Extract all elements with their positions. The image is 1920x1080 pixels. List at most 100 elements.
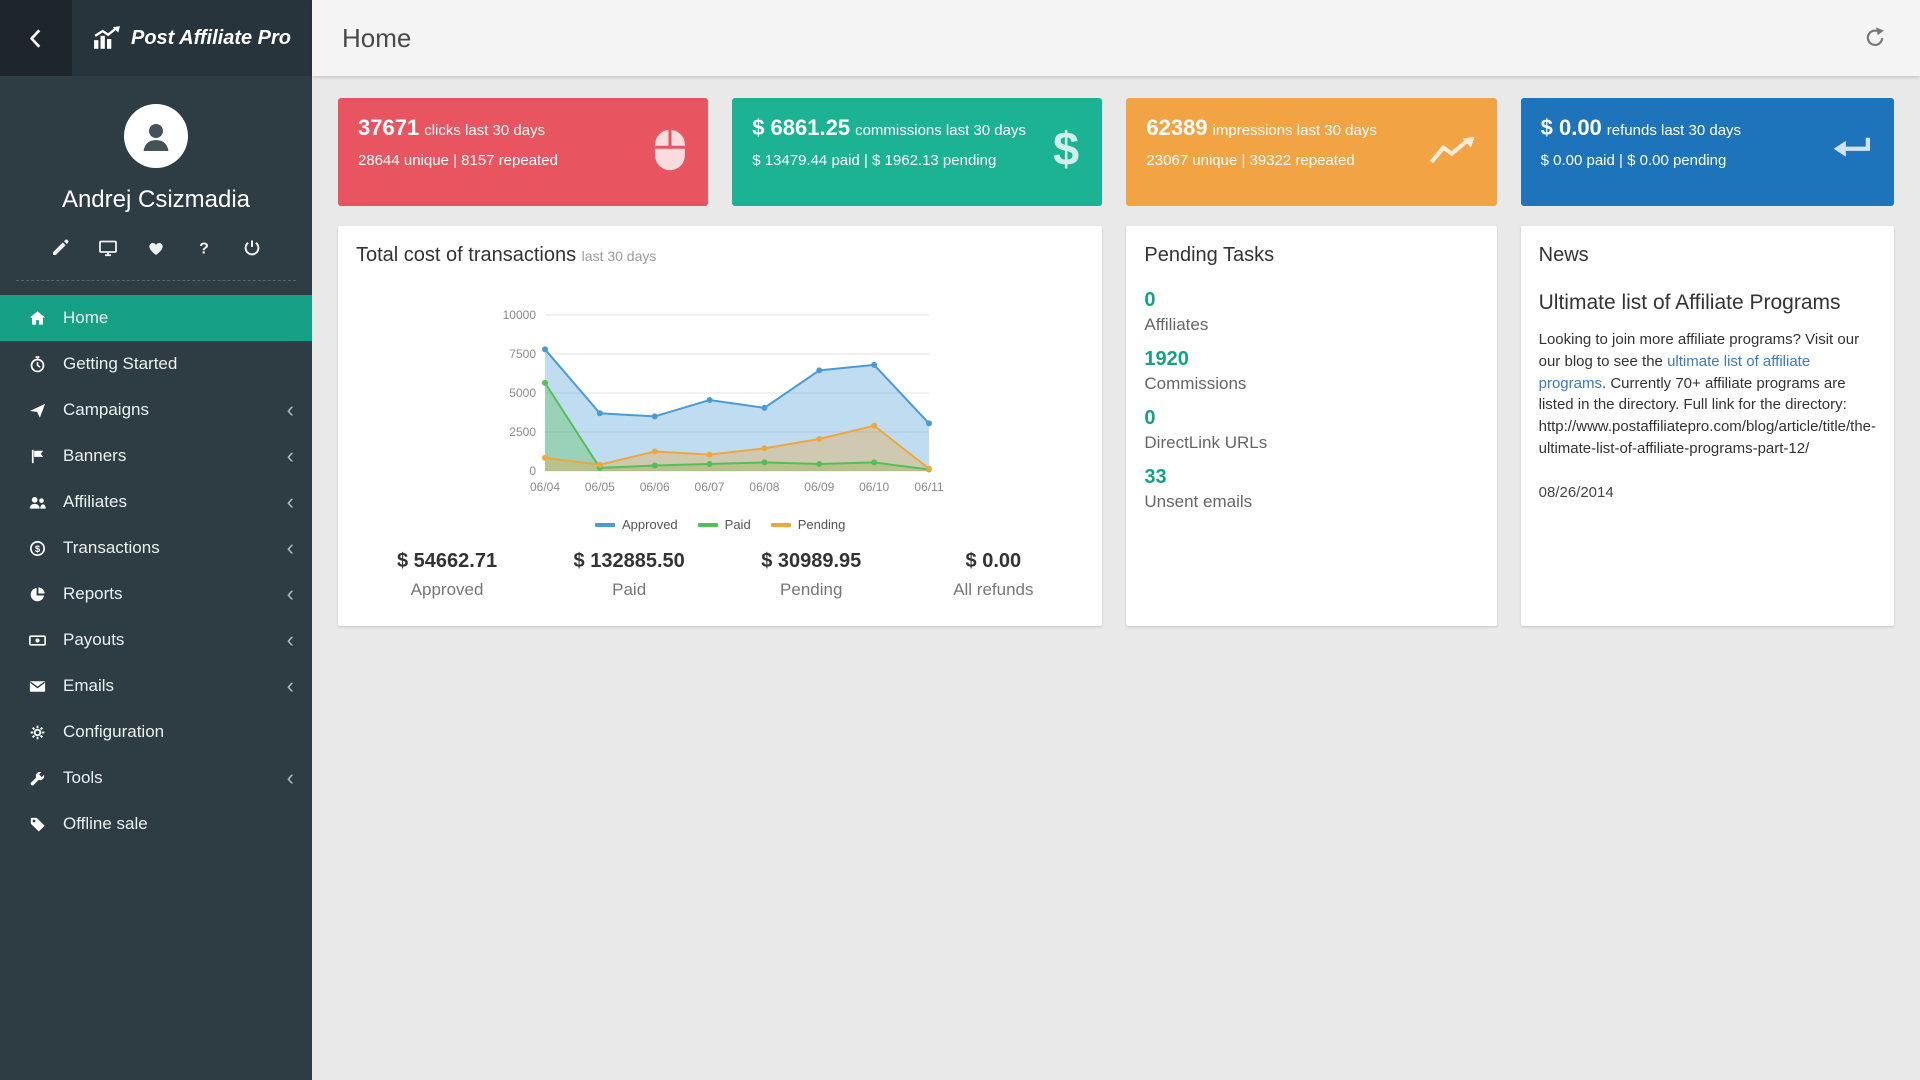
stat-card-impressions[interactable]: 62389 impressions last 30 days 23067 uniq… bbox=[1126, 98, 1496, 206]
legend-pending: Pending bbox=[771, 517, 846, 532]
news-title: News bbox=[1539, 244, 1876, 267]
total-pending: $ 30989.95 Pending bbox=[720, 550, 902, 600]
svg-text:0: 0 bbox=[530, 464, 537, 478]
svg-text:10000: 10000 bbox=[503, 308, 537, 322]
stat-card-refunds[interactable]: $ 0.00refunds last 30 days $ 0.00 paid |… bbox=[1521, 98, 1894, 206]
tag-icon bbox=[26, 814, 48, 834]
svg-text:7500: 7500 bbox=[510, 347, 537, 361]
sidebar-item-offline-sale[interactable]: Offline sale bbox=[0, 801, 312, 847]
transactions-panel-subtitle: last 30 days bbox=[582, 248, 657, 264]
svg-text:$: $ bbox=[1053, 126, 1079, 174]
chevron-collapsed-icon: ‹ bbox=[287, 537, 294, 559]
sidebar-item-emails[interactable]: Emails ‹ bbox=[0, 663, 312, 709]
sidebar-item-affiliates[interactable]: Affiliates ‹ bbox=[0, 479, 312, 525]
sidebar-divider bbox=[16, 280, 296, 281]
logo-icon bbox=[93, 26, 121, 50]
impressions-label: impressions last 30 days bbox=[1213, 122, 1377, 139]
svg-text:06/10: 06/10 bbox=[859, 480, 889, 494]
chevron-collapsed-icon: ‹ bbox=[287, 675, 294, 697]
total-paid: $ 132885.50 Paid bbox=[538, 550, 720, 600]
task-directlink-urls: 0 DirectLink URLs bbox=[1144, 407, 1478, 453]
monitor-icon[interactable] bbox=[98, 238, 118, 258]
app-root: Post Affiliate Pro Andrej Csizmadia ? bbox=[0, 0, 1920, 1080]
clicks-label: clicks last 30 days bbox=[424, 122, 545, 139]
news-panel: News Ultimate list of Affiliate Programs… bbox=[1521, 226, 1894, 626]
impressions-sub: 23067 unique | 39322 repeated bbox=[1146, 152, 1376, 169]
app-logo[interactable]: Post Affiliate Pro bbox=[72, 0, 312, 76]
task-directlink-count[interactable]: 0 bbox=[1144, 407, 1155, 430]
task-commissions-count[interactable]: 1920 bbox=[1144, 348, 1189, 371]
user-panel: Andrej Csizmadia ? bbox=[0, 76, 312, 281]
task-unsent-emails-count[interactable]: 33 bbox=[1144, 466, 1166, 489]
svg-text:06/08: 06/08 bbox=[750, 480, 780, 494]
return-arrow-icon bbox=[1830, 134, 1874, 171]
sidebar-item-tools[interactable]: Tools ‹ bbox=[0, 755, 312, 801]
sidebar: Post Affiliate Pro Andrej Csizmadia ? bbox=[0, 0, 312, 1080]
total-all-refunds: $ 0.00 All refunds bbox=[902, 550, 1084, 600]
chevron-collapsed-icon: ‹ bbox=[287, 491, 294, 513]
sidebar-menu: Home Getting Started Campaigns ‹ Banners… bbox=[0, 295, 312, 847]
sidebar-item-banners[interactable]: Banners ‹ bbox=[0, 433, 312, 479]
svg-text:?: ? bbox=[199, 241, 209, 258]
svg-text:$: $ bbox=[34, 544, 40, 555]
pencil-icon[interactable] bbox=[50, 238, 70, 258]
svg-text:2500: 2500 bbox=[510, 425, 537, 439]
back-button[interactable] bbox=[0, 0, 72, 76]
paper-plane-icon bbox=[26, 400, 48, 420]
news-article-body: Looking to join more affiliate programs?… bbox=[1539, 329, 1876, 460]
sidebar-item-home[interactable]: Home bbox=[0, 295, 312, 341]
clicks-value: 37671 bbox=[358, 115, 419, 140]
task-commissions: 1920 Commissions bbox=[1144, 348, 1478, 394]
heart-icon[interactable] bbox=[146, 238, 166, 258]
commissions-label: commissions last 30 days bbox=[855, 122, 1026, 139]
total-approved: $ 54662.71 Approved bbox=[356, 550, 538, 600]
sidebar-item-campaigns[interactable]: Campaigns ‹ bbox=[0, 387, 312, 433]
trend-icon bbox=[1429, 134, 1477, 171]
chevron-collapsed-icon: ‹ bbox=[287, 399, 294, 421]
transactions-panel: Total cost of transactions last 30 days … bbox=[338, 226, 1102, 626]
clicks-sub: 28644 unique | 8157 repeated bbox=[358, 152, 558, 169]
stat-card-commissions[interactable]: $ 6861.25commissions last 30 days $ 1347… bbox=[732, 98, 1102, 206]
sidebar-item-configuration[interactable]: Configuration bbox=[0, 709, 312, 755]
refresh-button[interactable] bbox=[1860, 22, 1890, 55]
news-article-heading[interactable]: Ultimate list of Affiliate Programs bbox=[1539, 291, 1876, 315]
svg-text:06/09: 06/09 bbox=[804, 480, 834, 494]
commissions-value: $ 6861.25 bbox=[752, 115, 850, 140]
page-title: Home bbox=[342, 23, 411, 54]
legend-approved: Approved bbox=[595, 517, 678, 532]
svg-text:06/07: 06/07 bbox=[695, 480, 725, 494]
svg-text:5000: 5000 bbox=[510, 386, 537, 400]
svg-text:06/11: 06/11 bbox=[915, 480, 944, 494]
impressions-value: 62389 bbox=[1146, 115, 1207, 140]
question-icon[interactable]: ? bbox=[194, 238, 214, 258]
dollar-circle-icon: $ bbox=[26, 538, 48, 558]
sidebar-item-getting-started[interactable]: Getting Started bbox=[0, 341, 312, 387]
app-logo-text: Post Affiliate Pro bbox=[131, 27, 291, 50]
stat-card-clicks[interactable]: 37671 clicks last 30 days 28644 unique | … bbox=[338, 98, 708, 206]
user-actions: ? bbox=[0, 238, 312, 258]
avatar bbox=[124, 104, 188, 168]
stopwatch-icon bbox=[26, 354, 48, 374]
transaction-totals: $ 54662.71 Approved $ 132885.50 Paid $ 3… bbox=[356, 534, 1084, 608]
sidebar-item-payouts[interactable]: Payouts ‹ bbox=[0, 617, 312, 663]
mouse-icon bbox=[652, 127, 688, 178]
refunds-sub: $ 0.00 paid | $ 0.00 pending bbox=[1541, 152, 1741, 169]
refunds-value: $ 0.00 bbox=[1541, 115, 1602, 140]
legend-swatch-icon bbox=[698, 523, 718, 527]
task-affiliates-count[interactable]: 0 bbox=[1144, 289, 1155, 312]
legend-swatch-icon bbox=[595, 523, 615, 527]
person-icon bbox=[136, 116, 176, 156]
task-unsent-emails: 33 Unsent emails bbox=[1144, 466, 1478, 512]
content: 37671 clicks last 30 days 28644 unique | … bbox=[312, 76, 1920, 1080]
sidebar-item-reports[interactable]: Reports ‹ bbox=[0, 571, 312, 617]
chart-area: 02500500075001000006/0406/0506/0606/0706… bbox=[356, 303, 1084, 532]
power-icon[interactable] bbox=[242, 238, 262, 258]
chart-legend: Approved Paid Pending bbox=[595, 517, 845, 532]
pending-tasks-title: Pending Tasks bbox=[1144, 244, 1478, 267]
sidebar-item-transactions[interactable]: $ Transactions ‹ bbox=[0, 525, 312, 571]
legend-paid: Paid bbox=[698, 517, 751, 532]
chevron-collapsed-icon: ‹ bbox=[287, 583, 294, 605]
main-area: Home 37671 clicks last 30 days 28644 uniq… bbox=[312, 0, 1920, 1080]
gear-icon bbox=[26, 722, 48, 742]
topbar: Home bbox=[312, 0, 1920, 76]
